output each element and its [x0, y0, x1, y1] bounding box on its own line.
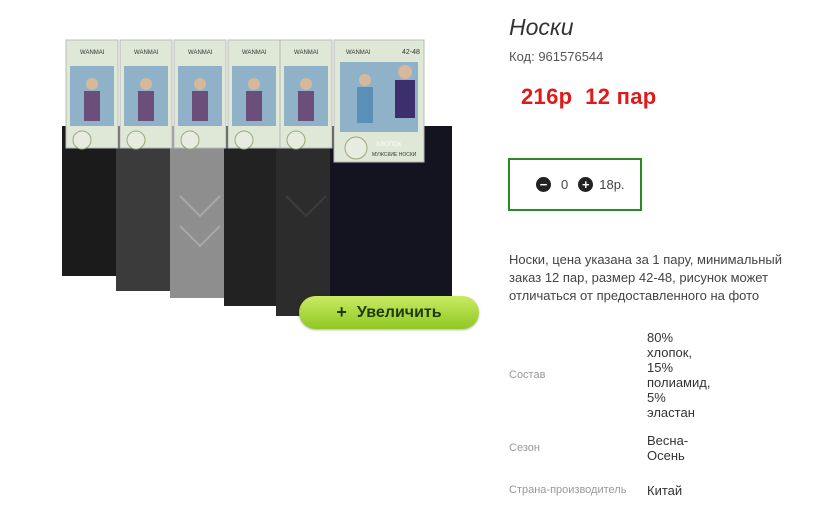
- property-row: Сезон Весна-Осень: [509, 424, 710, 472]
- cotton-label: ХЛОПОК: [376, 142, 402, 148]
- zoom-button[interactable]: + Увеличить: [299, 296, 479, 329]
- product-code: Код: 961576544: [509, 49, 604, 64]
- property-row: Состав 80% хлопок, 15% полиамид, 5% элас…: [509, 326, 710, 424]
- socks-photo: WANMAI WANMAI WANMAI WANMAI WANMAI WANMA…: [62, 39, 452, 324]
- quantity-stepper: − 0 + 18р.: [536, 177, 625, 192]
- property-key: Сезон: [509, 442, 540, 454]
- property-value: Китай: [647, 482, 683, 498]
- quantity-box: − 0 + 18р.: [508, 158, 642, 211]
- brand-label-3: WANMAI: [188, 50, 213, 56]
- brand-label-6: WANMAI: [346, 50, 371, 56]
- property-key: Страна-производитель: [509, 484, 627, 496]
- brand-label-4: WANMAI: [242, 50, 267, 56]
- property-value: Весна-Осень: [647, 433, 689, 463]
- product-description: Носки, цена указана за 1 пару, минимальн…: [509, 252, 782, 303]
- size-label: 42-48: [402, 49, 420, 56]
- property-row: Страна-производитель Китай: [509, 472, 710, 508]
- product-title: Носки: [509, 14, 574, 40]
- property-key: Состав: [509, 369, 546, 381]
- brand-label-2: WANMAI: [134, 50, 159, 56]
- brand-label-1: WANMAI: [80, 50, 105, 56]
- property-value: 80% хлопок, 15% полиамид, 5% эластан: [647, 330, 711, 420]
- plus-circle-icon[interactable]: +: [578, 177, 594, 192]
- brand-label-5: WANMAI: [294, 50, 319, 56]
- product-image[interactable]: WANMAI WANMAI WANMAI WANMAI WANMAI WANMA…: [60, 36, 460, 326]
- quantity-value[interactable]: 0: [561, 177, 568, 192]
- zoom-button-label: Увеличить: [356, 303, 442, 321]
- unit-price: 18р.: [599, 177, 625, 192]
- properties-table: Состав 80% хлопок, 15% полиамид, 5% элас…: [509, 326, 710, 508]
- minus-icon[interactable]: −: [536, 177, 551, 192]
- plus-icon: +: [336, 302, 347, 322]
- mens-label: МУЖСКИЕ НОСКИ: [372, 152, 417, 158]
- product-price: 216р 12 пар: [521, 84, 657, 109]
